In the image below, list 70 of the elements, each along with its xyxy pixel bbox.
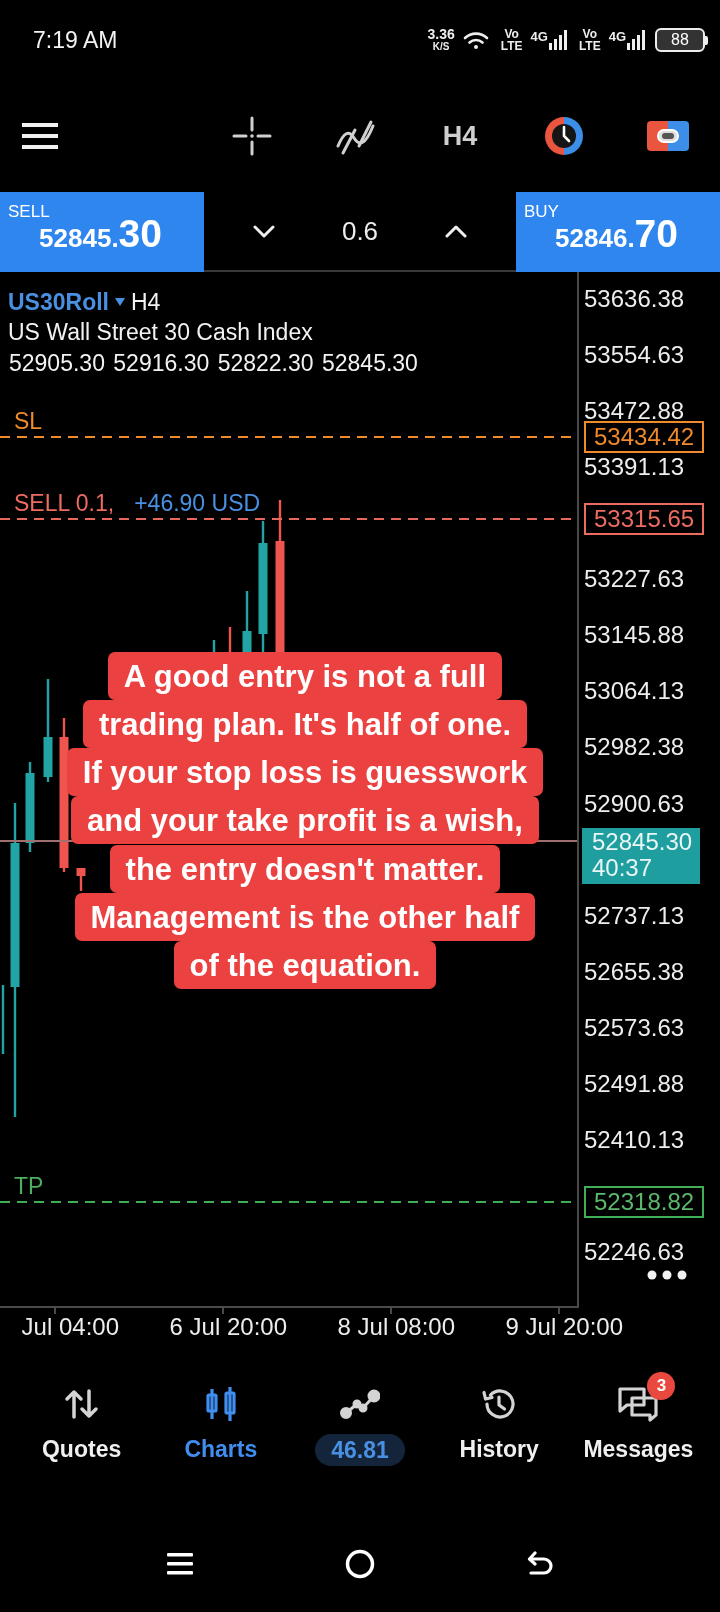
arrows-up-down-icon: [63, 1388, 100, 1420]
clock-icon: [544, 116, 584, 156]
price-tick-label: 52737.13: [584, 901, 685, 930]
price-tick-label: 53554.63: [584, 341, 685, 370]
timeframe-button[interactable]: H4: [408, 104, 512, 168]
position-profit: +46.90 USD: [134, 488, 261, 517]
price-tick-label: 52246.63: [584, 1238, 685, 1266]
take-profit-price: 52318.82: [584, 1186, 704, 1219]
current-price-tag: 52845.30 40:37: [582, 828, 700, 885]
volte-indicator: Vo LTE: [578, 28, 601, 52]
candle: [242, 591, 252, 652]
price-tick-label: 52900.63: [584, 789, 685, 818]
menu-icon: [22, 123, 58, 149]
symbol-name[interactable]: US30Roll: [8, 288, 109, 316]
caret-icon[interactable]: [115, 298, 125, 306]
candle: [1, 985, 5, 1054]
signal-icon: [627, 30, 645, 50]
history-icon: [481, 1386, 518, 1422]
price-tick-label: 53064.13: [584, 677, 685, 706]
sell-button[interactable]: SELL 52845.30: [0, 192, 204, 272]
wifi-icon: [462, 30, 489, 50]
position-price: 53315.65: [584, 502, 704, 535]
price-tick-label: 52491.88: [584, 1069, 685, 1098]
notification-badge: 3: [647, 1372, 676, 1400]
toggle-icon: [647, 121, 689, 151]
volte-indicator: Vo LTE: [500, 28, 523, 52]
signal-icon: [548, 30, 567, 50]
candle: [76, 868, 86, 891]
trade-tab[interactable]: 46.81: [290, 1370, 430, 1466]
history-tab[interactable]: History: [429, 1370, 569, 1462]
price-tick-label: 52655.38: [584, 957, 685, 986]
network-type: 4G: [530, 30, 548, 43]
messages-tab[interactable]: 3 Messages: [568, 1370, 708, 1462]
time-axis-label: 9 Jul 20:00: [505, 1313, 623, 1341]
price-tick-label: 52573.63: [584, 1013, 685, 1042]
back-icon: [526, 1551, 554, 1577]
battery-indicator: 88: [655, 28, 708, 52]
price-tick-label: 52982.38: [584, 733, 685, 762]
status-time: 7:19 AM: [33, 26, 118, 54]
price-tick-label: 52410.13: [584, 1125, 685, 1154]
position-label: SELL 0.1,: [14, 488, 115, 517]
stop-loss-price: 53434.42: [584, 421, 704, 454]
home-icon: [345, 1549, 375, 1579]
symbol-description: US Wall Street 30 Cash Index: [8, 318, 313, 346]
price-tick-label: 53636.38: [584, 285, 685, 313]
caption-text: A good entry is not a full trading plan. It's half of one. If your stop loss is guesswork and your take profit is a wish, the entry doesn't matter. Management is the other half of the equation.: [66, 652, 544, 991]
time-axis-label: 6 Jul 20:00: [169, 1313, 287, 1341]
price-tick-label: 53227.63: [584, 565, 685, 594]
chevron-down-icon: [253, 224, 275, 238]
quotes-tab[interactable]: Quotes: [12, 1370, 152, 1462]
buy-button[interactable]: BUY 52846.70: [516, 192, 720, 272]
charts-tab[interactable]: Charts: [151, 1370, 291, 1462]
profit-pill: 46.81: [315, 1434, 405, 1466]
price-tick-label: 53145.88: [584, 621, 685, 650]
recent-apps-icon: [167, 1553, 193, 1575]
more-icon[interactable]: [647, 1270, 687, 1280]
volume-field[interactable]: 0.6: [331, 209, 389, 253]
crosshair-icon: [232, 116, 272, 156]
time-axis-label: Jul 04:00: [21, 1313, 119, 1341]
take-profit-label: TP: [14, 1172, 44, 1201]
network-speed: 3.36 K/S: [427, 28, 455, 52]
line-chart-icon: [340, 1389, 380, 1419]
chevron-up-icon: [445, 224, 467, 238]
network-type: 4G: [608, 30, 626, 43]
stop-loss-label: SL: [14, 407, 43, 436]
ohlc-values: 52905.30 52916.30 52822.30 52845.30: [8, 349, 418, 378]
candle: [228, 627, 232, 652]
chart-timeframe: H4: [131, 288, 161, 316]
price-tick-label: 53391.13: [584, 453, 685, 482]
time-axis-label: 8 Jul 08:00: [337, 1313, 455, 1341]
